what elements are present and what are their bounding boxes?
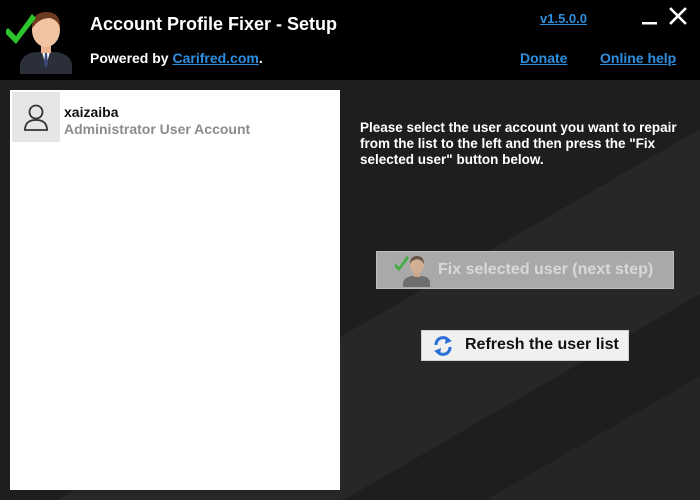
- refresh-button-label: Refresh the user list: [465, 336, 619, 353]
- donate-link[interactable]: Donate: [520, 50, 567, 66]
- header: Account Profile Fixer - Setup Powered by…: [0, 0, 700, 80]
- fix-selected-user-button[interactable]: Fix selected user (next step): [376, 251, 674, 289]
- carifred-link[interactable]: Carifred.com: [172, 50, 258, 66]
- app-window: Account Profile Fixer - Setup Powered by…: [0, 0, 700, 500]
- avatar: [12, 92, 60, 142]
- minimize-icon[interactable]: [640, 6, 660, 26]
- refresh-icon: [434, 336, 452, 356]
- powered-by-text: Powered by Carifred.com.: [90, 50, 263, 66]
- powered-prefix: Powered by: [90, 50, 173, 66]
- refresh-user-list-button[interactable]: Refresh the user list: [421, 330, 629, 361]
- user-check-logo-icon: [6, 12, 72, 74]
- user-check-icon: [395, 256, 430, 287]
- powered-suffix: .: [258, 50, 263, 66]
- user-icon: [24, 104, 48, 131]
- user-name: xaizaiba: [64, 104, 119, 120]
- instructions-text: Please select the user account you want …: [360, 120, 677, 167]
- online-help-link[interactable]: Online help: [600, 50, 676, 66]
- close-icon[interactable]: [668, 6, 688, 26]
- fix-button-label: Fix selected user (next step): [438, 261, 654, 278]
- list-item[interactable]: xaizaiba Administrator User Account: [11, 91, 339, 143]
- user-list[interactable]: xaizaiba Administrator User Account: [10, 90, 340, 490]
- main-panel: xaizaiba Administrator User Account Plea…: [0, 80, 700, 500]
- user-account-type: Administrator User Account: [64, 121, 251, 137]
- version-link[interactable]: v1.5.0.0: [540, 11, 587, 26]
- app-title: Account Profile Fixer - Setup: [90, 14, 338, 34]
